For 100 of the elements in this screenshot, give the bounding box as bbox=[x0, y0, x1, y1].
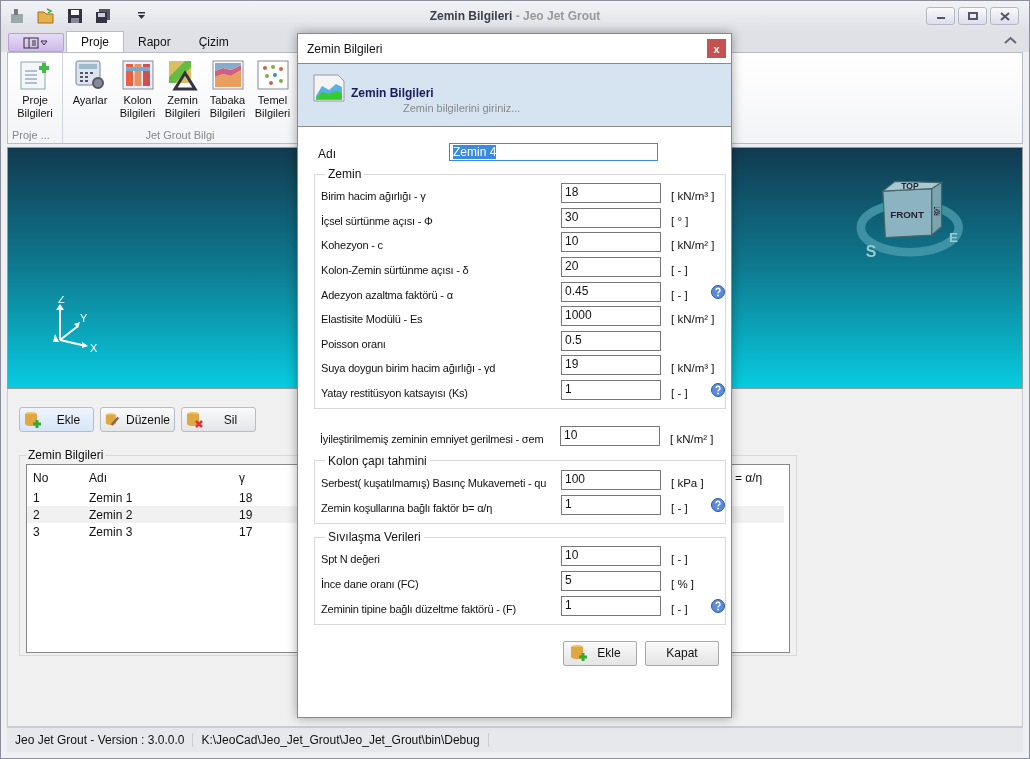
column-header[interactable]: γ bbox=[233, 471, 293, 485]
input-field[interactable]: 1 bbox=[561, 494, 661, 515]
ribbon-tab[interactable]: Rapor bbox=[124, 31, 185, 52]
help-icon[interactable] bbox=[711, 383, 725, 398]
ribbon-button[interactable]: Zemin Bilgileri bbox=[160, 57, 205, 127]
input-field[interactable]: 20 bbox=[561, 257, 661, 278]
field-label: Adezyon azaltma faktörü - α bbox=[321, 287, 454, 301]
field-label: Yatay restitüsyon katsayısı (Ks) bbox=[321, 386, 469, 400]
ribbon-button[interactable]: Tabaka Bilgileri bbox=[205, 57, 250, 127]
ribbon-tab[interactable]: Proje bbox=[66, 31, 124, 52]
input-field[interactable]: 10 bbox=[560, 425, 660, 446]
ribbon-group-caption: Jet Grout Bilgi bbox=[144, 128, 216, 143]
input-field[interactable]: 0.45 bbox=[561, 281, 661, 302]
input-field[interactable]: 18 bbox=[561, 183, 661, 204]
close-button[interactable] bbox=[990, 7, 1019, 25]
field-label: Zeminin tipine bağlı düzeltme faktörü - (F) bbox=[321, 601, 517, 615]
column-header[interactable]: = α/η bbox=[729, 471, 789, 485]
input-field[interactable]: 100 bbox=[561, 470, 661, 491]
maximize-icon bbox=[967, 12, 978, 20]
axis-drawing: Z Y X bbox=[48, 296, 108, 358]
dialog-button[interactable]: Ekle bbox=[563, 640, 637, 666]
ribbon-button[interactable]: Proje Bilgileri bbox=[10, 57, 60, 127]
table-cell-text: Zemin 1 bbox=[88, 490, 134, 505]
field-label: Spt N değeri bbox=[321, 552, 381, 566]
database-pencil-icon bbox=[105, 410, 120, 429]
close-button[interactable]: x bbox=[707, 39, 726, 58]
group-title: Kolon çapı tahmini bbox=[327, 453, 428, 468]
table-cell-text: Zemin 3 bbox=[88, 524, 134, 539]
input-field[interactable]: 1 bbox=[561, 595, 661, 616]
dialog-button[interactable]: Kapat bbox=[645, 640, 719, 666]
help-icon[interactable] bbox=[711, 598, 725, 613]
ribbon-button[interactable]: Kolon Bilgileri bbox=[115, 57, 160, 127]
database-delete-icon bbox=[186, 410, 204, 429]
save-icon[interactable] bbox=[67, 8, 83, 24]
map-triangle-icon bbox=[166, 59, 199, 91]
ribbon-button[interactable]: Temel Bilgileri bbox=[250, 57, 295, 127]
input-field[interactable]: 10 bbox=[561, 232, 661, 253]
unit-label: [ - ] bbox=[671, 601, 689, 615]
column-header[interactable]: No bbox=[27, 471, 83, 485]
table-cell-text: 1 bbox=[32, 490, 41, 505]
table-cell-text: 19 bbox=[238, 507, 254, 522]
columns-icon bbox=[121, 59, 154, 91]
ribbon-button[interactable]: Ayarlar bbox=[65, 57, 115, 127]
field-label: Elastisite Modülü - Es bbox=[321, 312, 424, 326]
unit-label: [ - ] bbox=[671, 552, 689, 566]
calculator-gear-icon bbox=[74, 59, 106, 91]
application-menu-button[interactable] bbox=[8, 33, 64, 52]
field-label: Birim hacim ağırlığı - γ bbox=[321, 189, 427, 203]
toolbar-button[interactable]: Sil bbox=[181, 407, 256, 432]
status-text: K:\JeoCad\Jeo_Jet_Grout\Jeo_Jet_Grout\bin\Debug bbox=[193, 733, 489, 747]
unit-label: [ kN/m² ] bbox=[670, 431, 714, 445]
unit-label: [ kN/m² ] bbox=[671, 312, 715, 326]
column-header[interactable]: Adı bbox=[83, 471, 233, 485]
open-folder-icon[interactable] bbox=[37, 8, 55, 24]
input-field[interactable]: 0.5 bbox=[561, 330, 661, 351]
input-field[interactable]: 5 bbox=[561, 571, 661, 591]
scatter-icon bbox=[256, 59, 289, 91]
input-field[interactable]: 10 bbox=[561, 546, 661, 567]
header-subtitle: Zemin bilgilerini giriniz... bbox=[402, 102, 521, 114]
field-label: Zemin koşullarına bağlı faktör b= α/η bbox=[321, 500, 494, 514]
name-field[interactable]: Zemin 4 bbox=[449, 143, 658, 161]
input-field[interactable]: 1 bbox=[561, 380, 661, 401]
app-icon[interactable] bbox=[9, 8, 25, 24]
unit-label: [ kN/m³ ] bbox=[671, 361, 715, 375]
unit-label: [ - ] bbox=[671, 287, 689, 301]
help-icon[interactable] bbox=[711, 284, 725, 299]
area-chart-icon bbox=[313, 74, 345, 102]
ribbon-tab[interactable]: Çizim bbox=[184, 31, 243, 52]
input-field[interactable]: 19 bbox=[561, 355, 661, 376]
field-label: İnce dane oranı (FC) bbox=[321, 577, 420, 590]
help-icon[interactable] bbox=[711, 497, 725, 512]
input-field[interactable]: 1000 bbox=[561, 306, 661, 327]
collapse-ribbon-icon[interactable] bbox=[1004, 36, 1017, 45]
input-field[interactable]: 30 bbox=[561, 207, 661, 228]
field-label: İyileştirilmemiş zeminin emniyet gerilmesi - σem bbox=[320, 431, 545, 445]
document-add-icon bbox=[19, 59, 51, 91]
unit-label: [ - ] bbox=[671, 386, 689, 400]
dialog-title: Zemin Bilgileri bbox=[307, 41, 383, 56]
unit-label: [ % ] bbox=[671, 577, 695, 590]
save-all-icon[interactable] bbox=[95, 8, 111, 24]
group-title: Sıvılaşma Verileri bbox=[327, 530, 422, 545]
table-cell-text: 18 bbox=[238, 490, 254, 505]
field-label: İçsel sürtünme açısı - Φ bbox=[321, 213, 434, 227]
header-title: Zemin Bilgileri bbox=[351, 86, 435, 100]
unit-label: [ kPa ] bbox=[671, 476, 705, 490]
maximize-button[interactable] bbox=[958, 7, 987, 25]
table-cell-text: 17 bbox=[238, 524, 254, 539]
unit-label: [ kN/m³ ] bbox=[671, 189, 715, 203]
ribbon-group-caption: Proje ... bbox=[11, 128, 51, 143]
toolbar-button[interactable]: Ekle bbox=[19, 407, 94, 432]
field-label: Suya doygun birim hacim ağırlığı - γd bbox=[321, 361, 497, 375]
table-cell-text: Zemin 2 bbox=[88, 507, 134, 522]
area-chart-icon bbox=[211, 59, 244, 91]
window-title: Zemin Bilgileri - Jeo Jet Grout bbox=[429, 9, 601, 23]
unit-label: [ - ] bbox=[671, 263, 689, 277]
dropdown-caret-icon[interactable] bbox=[137, 12, 146, 20]
toolbar-button[interactable]: Düzenle bbox=[100, 407, 175, 432]
minimize-button[interactable] bbox=[926, 7, 955, 25]
unit-label: [ - ] bbox=[671, 500, 689, 514]
field-label: Adı bbox=[317, 147, 337, 161]
